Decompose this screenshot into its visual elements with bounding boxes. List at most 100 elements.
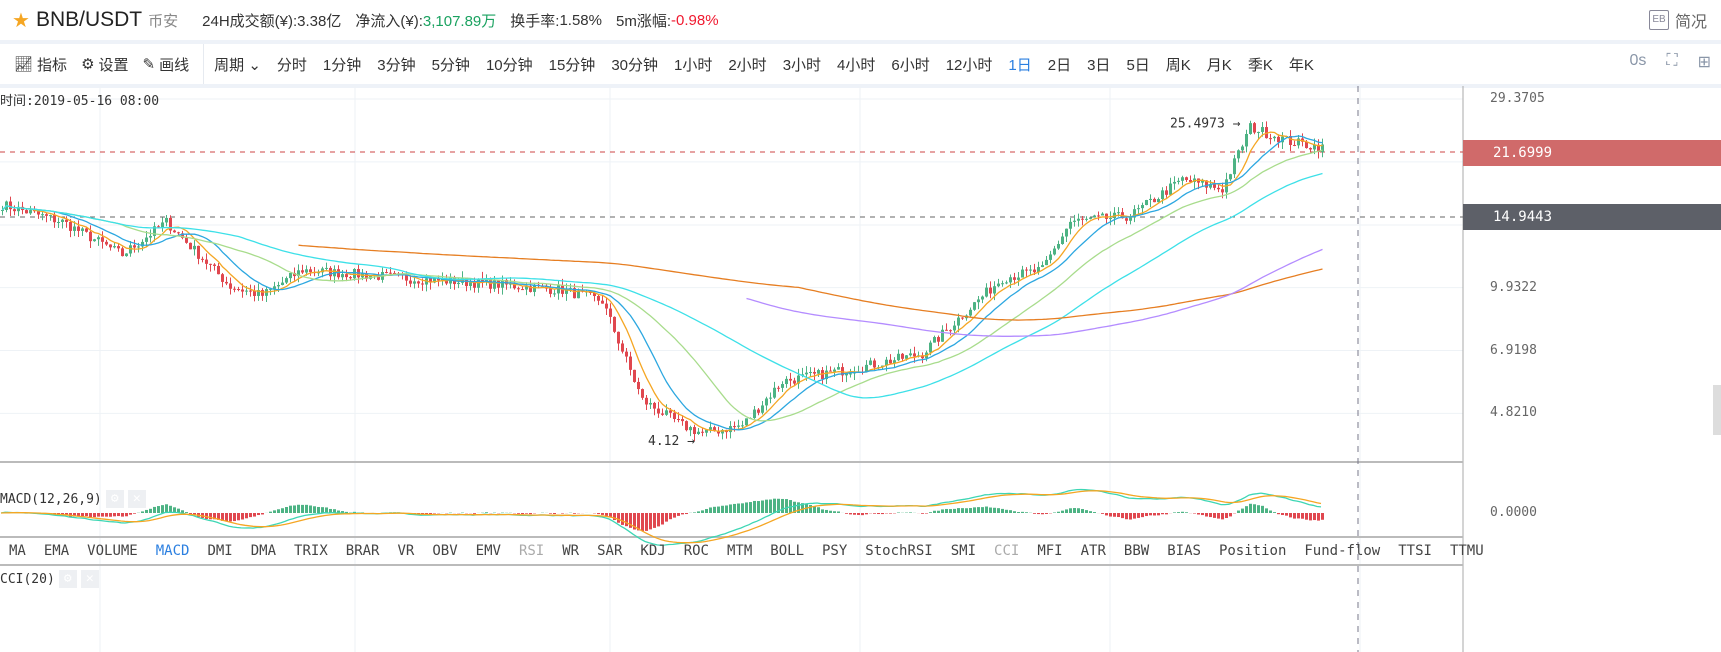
macd-histogram-bar xyxy=(89,513,92,518)
indicator-tab-roc[interactable]: ROC xyxy=(684,543,709,559)
candle-body xyxy=(13,209,16,212)
macd-histogram-bar xyxy=(669,513,672,520)
indicator-tab-ma[interactable]: MA xyxy=(9,543,26,559)
macd-histogram-bar xyxy=(293,505,296,513)
candle-body xyxy=(773,387,776,398)
indicator-tab-bias[interactable]: BIAS xyxy=(1167,543,1201,559)
macd-histogram-bar xyxy=(981,507,984,513)
candle-body xyxy=(25,210,28,214)
macd-histogram-bar xyxy=(321,507,324,513)
indicator-tab-macd[interactable]: MACD xyxy=(156,543,190,559)
candle-body xyxy=(1097,215,1100,217)
macd-histogram-bar xyxy=(933,510,936,513)
macd-histogram-bar xyxy=(1101,513,1104,514)
macd-histogram-bar xyxy=(941,509,944,513)
macd-histogram-bar xyxy=(145,509,148,513)
candle-body xyxy=(961,317,964,319)
candle-body xyxy=(409,280,412,284)
candle-body xyxy=(1129,217,1132,221)
candle-body xyxy=(813,371,816,374)
candle-body xyxy=(685,421,688,431)
indicator-tab-mfi[interactable]: MFI xyxy=(1037,543,1062,559)
macd-histogram-bar xyxy=(1197,513,1200,515)
macd-histogram-bar xyxy=(717,506,720,513)
candle-body xyxy=(1237,150,1240,159)
indicator-tab-stochrsi[interactable]: StochRSI xyxy=(865,543,932,559)
indicator-tab-trix[interactable]: TRIX xyxy=(294,543,328,559)
macd-histogram-bar xyxy=(113,513,116,517)
candle-body xyxy=(953,325,956,331)
indicator-tab-kdj[interactable]: KDJ xyxy=(640,543,665,559)
macd-histogram-bar xyxy=(877,513,880,515)
indicator-tab-psy[interactable]: PSY xyxy=(822,543,847,559)
macd-histogram-bar xyxy=(1057,511,1060,513)
indicator-tab-sar[interactable]: SAR xyxy=(597,543,622,559)
indicator-tab-ema[interactable]: EMA xyxy=(44,543,69,559)
macd-histogram-bar xyxy=(757,501,760,513)
indicator-tab-position[interactable]: Position xyxy=(1219,543,1286,559)
macd-histogram-bar xyxy=(1269,510,1272,513)
macd-histogram-bar xyxy=(1173,512,1176,513)
candle-body xyxy=(1233,158,1236,175)
indicator-tab-emv[interactable]: EMV xyxy=(476,543,501,559)
macd-histogram-bar xyxy=(105,513,108,517)
candle-body xyxy=(829,370,832,372)
cci-close-icon[interactable]: ✕ xyxy=(80,570,99,588)
macd-label: MACD(12,26,9) xyxy=(0,491,102,507)
indicator-tab-dma[interactable]: DMA xyxy=(251,543,276,559)
indicator-tab-brar[interactable]: BRAR xyxy=(346,543,380,559)
candle-body xyxy=(1269,138,1272,140)
candle-body xyxy=(1089,217,1092,219)
indicator-tab-obv[interactable]: OBV xyxy=(432,543,457,559)
candle-body xyxy=(1181,177,1184,181)
indicator-tab-fund-flow[interactable]: Fund-flow xyxy=(1304,543,1380,559)
macd-histogram-bar xyxy=(1137,513,1140,518)
indicator-tab-smi[interactable]: SMI xyxy=(951,543,976,559)
indicator-tab-dmi[interactable]: DMI xyxy=(207,543,232,559)
macd-histogram-bar xyxy=(561,513,564,514)
candle-body xyxy=(789,378,792,381)
macd-histogram-bar xyxy=(1129,513,1132,520)
macd-histogram-bar xyxy=(725,505,728,513)
candle-body xyxy=(817,370,820,374)
macd-histogram-bar xyxy=(813,506,816,513)
macd-histogram-bar xyxy=(573,513,576,514)
macd-histogram-bar xyxy=(737,503,740,513)
macd-histogram-bar xyxy=(965,508,968,513)
macd-histogram-bar xyxy=(521,513,524,515)
macd-histogram-bar xyxy=(997,508,1000,513)
macd-histogram-bar xyxy=(1177,512,1180,513)
macd-histogram-bar xyxy=(1193,513,1196,514)
macd-histogram-bar xyxy=(749,502,752,513)
indicator-tab-boll[interactable]: BOLL xyxy=(770,543,804,559)
candle-body xyxy=(1173,181,1176,184)
candle-body xyxy=(81,228,84,231)
macd-close-icon[interactable]: ✕ xyxy=(127,490,146,508)
macd-settings-icon[interactable]: ⚙ xyxy=(105,490,124,508)
indicator-tab-vr[interactable]: VR xyxy=(397,543,414,559)
candle-body xyxy=(765,398,768,406)
candle-body xyxy=(837,367,840,370)
candle-body xyxy=(469,282,472,287)
macd-histogram-bar xyxy=(949,509,952,513)
macd-histogram-bar xyxy=(1061,510,1064,513)
indicator-tab-ttmu[interactable]: TTMU xyxy=(1450,543,1484,559)
macd-histogram-bar xyxy=(653,513,656,528)
low-annotation: 4.12 → xyxy=(648,434,695,449)
macd-histogram-bar xyxy=(709,507,712,513)
candle-body xyxy=(69,221,72,231)
indicator-tab-atr[interactable]: ATR xyxy=(1081,543,1106,559)
indicator-tab-ttsi[interactable]: TTSI xyxy=(1398,543,1432,559)
indicator-tab-wr[interactable]: WR xyxy=(562,543,579,559)
macd-histogram-bar xyxy=(1237,510,1240,513)
indicator-tab-mtm[interactable]: MTM xyxy=(727,543,752,559)
candle-body xyxy=(709,427,712,430)
indicator-tab-volume[interactable]: VOLUME xyxy=(87,543,138,559)
indicator-tab-bbw[interactable]: BBW xyxy=(1124,543,1149,559)
cci-settings-icon[interactable]: ⚙ xyxy=(58,570,77,588)
indicator-tab-cci[interactable]: CCI xyxy=(994,543,1019,559)
macd-histogram-bar xyxy=(1033,513,1036,514)
candle-body xyxy=(165,217,168,223)
candle-body xyxy=(421,283,424,285)
indicator-tab-rsi[interactable]: RSI xyxy=(519,543,544,559)
